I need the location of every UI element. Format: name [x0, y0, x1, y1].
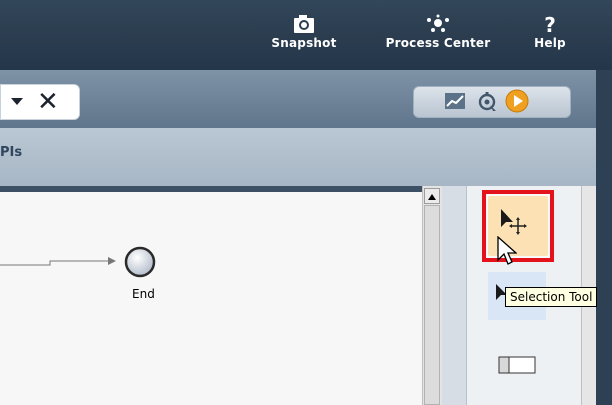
tab-selector[interactable]: ✕	[0, 84, 80, 120]
subtab-bar	[0, 128, 596, 186]
tooltip: Selection Tool	[505, 287, 598, 307]
scrollbar-thumb[interactable]	[424, 205, 440, 405]
process-center-label: Process Center	[385, 36, 491, 50]
window-edge	[596, 70, 612, 405]
scroll-up-arrow[interactable]	[424, 188, 440, 204]
gear-inspect-icon[interactable]	[476, 90, 498, 116]
sequence-flow-line	[0, 260, 108, 266]
question-mark-icon: ?	[544, 13, 556, 37]
chart-icon[interactable]	[445, 92, 465, 114]
snapshot-label: Snapshot	[271, 36, 337, 50]
lane-tool-button[interactable]	[498, 356, 536, 374]
flow-arrowhead	[108, 257, 116, 265]
play-icon[interactable]	[505, 89, 529, 117]
camera-icon	[270, 14, 338, 36]
process-center-icon	[374, 14, 502, 36]
mouse-cursor-icon	[497, 235, 518, 272]
panel-gap	[442, 186, 466, 405]
process-center-button[interactable]: Process Center	[374, 14, 502, 68]
snapshot-button[interactable]: Snapshot	[270, 14, 338, 68]
close-icon[interactable]: ✕	[37, 89, 59, 115]
diagram-canvas[interactable]	[0, 192, 422, 405]
help-label: Help	[534, 36, 566, 50]
tab-pis[interactable]: PIs	[0, 145, 22, 160]
end-event-label: End	[132, 287, 155, 301]
help-button[interactable]: ? Help	[528, 14, 572, 68]
chevron-down-icon[interactable]	[11, 98, 23, 105]
end-event-node	[124, 246, 156, 278]
